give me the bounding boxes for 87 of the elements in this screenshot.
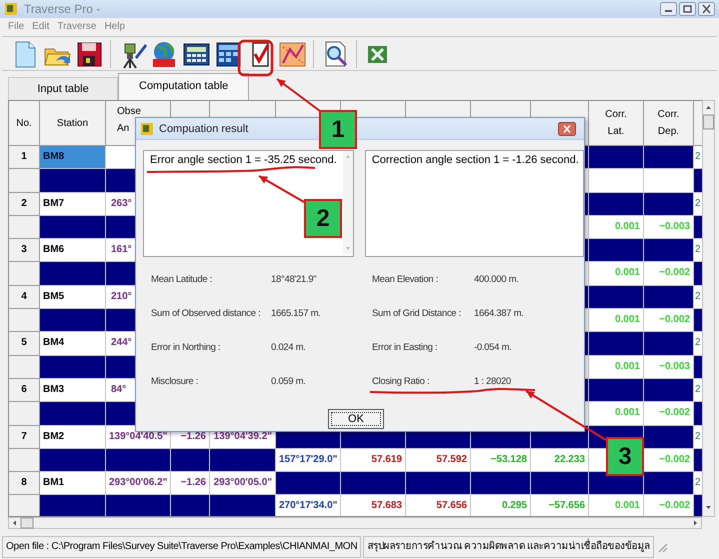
window-title: Traverse Pro -: [24, 2, 100, 16]
maximize-icon[interactable]: [679, 2, 696, 16]
app-icon: [140, 122, 154, 136]
table-cell: [644, 472, 694, 496]
field-value: 1 : 28020: [474, 375, 511, 388]
row-number: [9, 402, 40, 426]
field-value: 1664.387 m.: [474, 307, 524, 320]
row-number: 7: [9, 426, 40, 449]
table-cell: [406, 472, 471, 496]
table-cell: [644, 239, 694, 262]
table-cell: [171, 448, 210, 472]
vertical-scrollbar[interactable]: [702, 100, 715, 517]
horizontal-scrollbar[interactable]: [8, 517, 702, 529]
column-header: Corr. Lat.: [589, 101, 644, 146]
menu-item[interactable]: Edit: [28, 20, 54, 32]
table-cell: [210, 495, 276, 516]
ok-button[interactable]: OK: [328, 409, 384, 429]
table-cell: [644, 146, 694, 170]
row-number: [9, 169, 40, 193]
row-number: 4: [9, 286, 40, 310]
close-icon[interactable]: [698, 2, 715, 16]
field-label: Error in Easting :: [372, 341, 438, 354]
row-number: 3: [9, 239, 40, 262]
row-number: [9, 448, 40, 472]
table-cell: [589, 286, 644, 310]
number-badge: 1: [319, 110, 357, 149]
field-label: Sum of Observed distance :: [151, 307, 260, 320]
field-value: -0.054 m.: [474, 341, 512, 354]
row-number: 6: [9, 378, 40, 402]
field-label: Sum of Grid Distance :: [372, 307, 461, 320]
table-cell: [341, 472, 406, 496]
row-number: 8: [9, 472, 40, 496]
menu-item[interactable]: Help: [100, 20, 130, 32]
table-cell: [589, 192, 644, 216]
row-number: [9, 356, 40, 379]
table-cell: [644, 192, 694, 216]
table-cell: [644, 332, 694, 356]
table-cell: [471, 472, 531, 496]
column-header: Station: [40, 101, 106, 146]
table-cell: [106, 495, 171, 516]
table-cell: [644, 286, 694, 310]
highlight-ring: [238, 40, 274, 76]
field-value: 18°48'21.9": [271, 273, 316, 286]
row-number: 5: [9, 332, 40, 356]
field-value: 400.000 m.: [474, 273, 519, 286]
table-cell: [589, 146, 644, 170]
close-icon[interactable]: [558, 122, 576, 136]
table-cell: [589, 239, 644, 262]
field-value: 0.024 m.: [271, 341, 306, 354]
column-header: [694, 101, 702, 146]
table-cell: BM8: [40, 146, 106, 170]
number-badge: 3: [606, 437, 644, 476]
callout-arrow: [258, 175, 304, 203]
column-header: Corr. Dep.: [644, 101, 694, 146]
field-label: Closing Ratio :: [372, 375, 430, 388]
column-header: No.: [9, 101, 40, 146]
table-cell: [531, 472, 589, 496]
number-badge: 2: [304, 199, 342, 238]
tab[interactable]: Computation table: [118, 73, 250, 100]
status-text: Open file : C:\Program Files\Survey Suite\Traverse Pro\Examples\CHIANMAI_MON: [2, 536, 362, 558]
row-number: 1: [9, 146, 40, 170]
menu-item[interactable]: Traverse: [53, 20, 100, 32]
row-number: [9, 495, 40, 516]
table-cell: [276, 472, 341, 496]
row-number: 2: [9, 192, 40, 216]
message-text: Error angle section 1 = -35.25 second.: [150, 154, 337, 167]
table-cell: [644, 378, 694, 402]
table-cell: [644, 426, 694, 449]
tab[interactable]: Input table: [8, 77, 118, 100]
table-cell: [589, 332, 644, 356]
table-cell: [106, 448, 171, 472]
message-text: Correction angle section 1 = -1.26 second.: [372, 154, 579, 167]
table-cell: [210, 448, 276, 472]
row-number: [9, 216, 40, 240]
row-number: [9, 309, 40, 332]
table-cell: [171, 495, 210, 516]
field-label: Mean Elevation :: [372, 273, 438, 286]
field-value: 0.059 m.: [271, 375, 306, 388]
callout-arrow: [276, 78, 321, 112]
menu-item[interactable]: File: [4, 20, 28, 32]
field-value: 1665.157 m.: [271, 307, 321, 320]
table-cell: [589, 378, 644, 402]
row-number: [9, 262, 40, 286]
minimize-icon[interactable]: [660, 2, 677, 16]
app-icon: [4, 2, 18, 16]
status-text: สรุปผลรายการคำนวณ ความผิดพลาด และความน่าเชื่อถือของข้อมูล: [363, 536, 654, 558]
field-label: Mean Latitude :: [151, 273, 212, 286]
